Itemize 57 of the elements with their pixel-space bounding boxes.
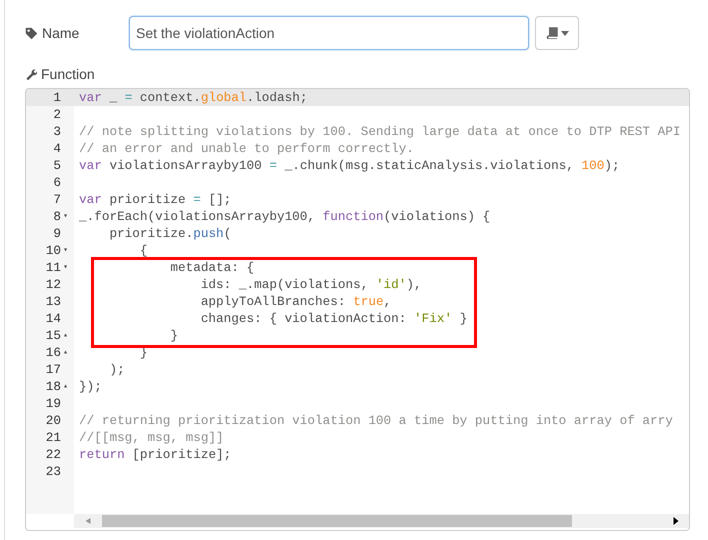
line-number: 14 bbox=[46, 310, 61, 327]
line-number: 16 bbox=[46, 344, 61, 361]
code-line: ); bbox=[108, 362, 125, 377]
line-number: 6 bbox=[53, 174, 61, 191]
code-line: // an error and unable to perform correctly. bbox=[79, 141, 414, 156]
code-line: ids: _.map(violations, 'id'), bbox=[200, 277, 422, 292]
code-line: _.forEach(violationsArrayby100, function(violations) { bbox=[79, 209, 490, 224]
line-number: 5 bbox=[53, 157, 61, 174]
line-number: 13 bbox=[46, 293, 61, 310]
horizontal-scrollbar[interactable] bbox=[74, 514, 689, 528]
code-line: prioritize.push( bbox=[108, 226, 232, 241]
tag-icon bbox=[25, 26, 38, 40]
line-number: 21 bbox=[46, 429, 61, 446]
line-number: 19 bbox=[46, 395, 61, 412]
code-line: { bbox=[138, 243, 148, 258]
code-line: return [prioritize]; bbox=[79, 447, 232, 462]
code-line: } bbox=[169, 328, 178, 343]
line-number: 1 bbox=[53, 89, 61, 106]
fold-toggle[interactable]: ▴ bbox=[61, 327, 70, 344]
name-label: Name bbox=[42, 24, 80, 42]
line-number: 9 bbox=[53, 225, 61, 242]
code-line: var violationsArrayby100 = _.chunk(msg.staticAnalysis.violations, 100); bbox=[79, 158, 620, 173]
fold-toggle[interactable]: ▴ bbox=[61, 378, 70, 395]
line-number: 3 bbox=[53, 123, 61, 140]
fold-toggle[interactable]: ▴ bbox=[61, 344, 70, 361]
library-button[interactable] bbox=[535, 16, 579, 50]
fold-toggle[interactable]: ▾ bbox=[61, 242, 70, 259]
code-line: // note splitting violations by 100. Sending large data at once to DTP REST API bbox=[79, 124, 680, 139]
code-line: var _ = context.global.lodash; bbox=[79, 90, 308, 105]
line-number: 7 bbox=[53, 191, 61, 208]
code-line: changes: { violationAction: 'Fix' } bbox=[200, 311, 468, 326]
line-number: 18 bbox=[46, 378, 61, 395]
code-line: }); bbox=[79, 379, 102, 394]
code-line: var prioritize = []; bbox=[79, 192, 232, 207]
line-number: 2 bbox=[53, 106, 61, 123]
line-number: 12 bbox=[46, 276, 61, 293]
code-line: metadata: { bbox=[169, 260, 254, 275]
caret-icon bbox=[560, 30, 568, 36]
code-line: //[[msg, msg, msg]] bbox=[79, 430, 224, 445]
line-number: 23 bbox=[46, 463, 61, 480]
fold-toggle[interactable]: ▾ bbox=[61, 259, 70, 276]
line-number: 10 bbox=[46, 242, 61, 259]
name-field[interactable]: Set the violationAction bbox=[129, 16, 529, 50]
wrench-icon bbox=[25, 68, 37, 80]
line-number: 15 bbox=[46, 327, 61, 344]
code-editor[interactable] bbox=[25, 88, 690, 531]
line-number: 20 bbox=[46, 412, 61, 429]
line-number: 4 bbox=[53, 140, 61, 157]
line-number: 8 bbox=[53, 208, 61, 225]
code-line: applyToAllBranches: true, bbox=[200, 294, 392, 309]
fold-toggle[interactable]: ▾ bbox=[61, 208, 70, 225]
book-icon bbox=[546, 27, 558, 39]
line-number: 17 bbox=[46, 361, 61, 378]
line-number: 22 bbox=[46, 446, 61, 463]
code-line: // returning prioritization violation 100 a time by putting into array of arry bbox=[79, 413, 673, 428]
line-number: 11 bbox=[46, 259, 61, 276]
function-label: Function bbox=[41, 64, 95, 84]
